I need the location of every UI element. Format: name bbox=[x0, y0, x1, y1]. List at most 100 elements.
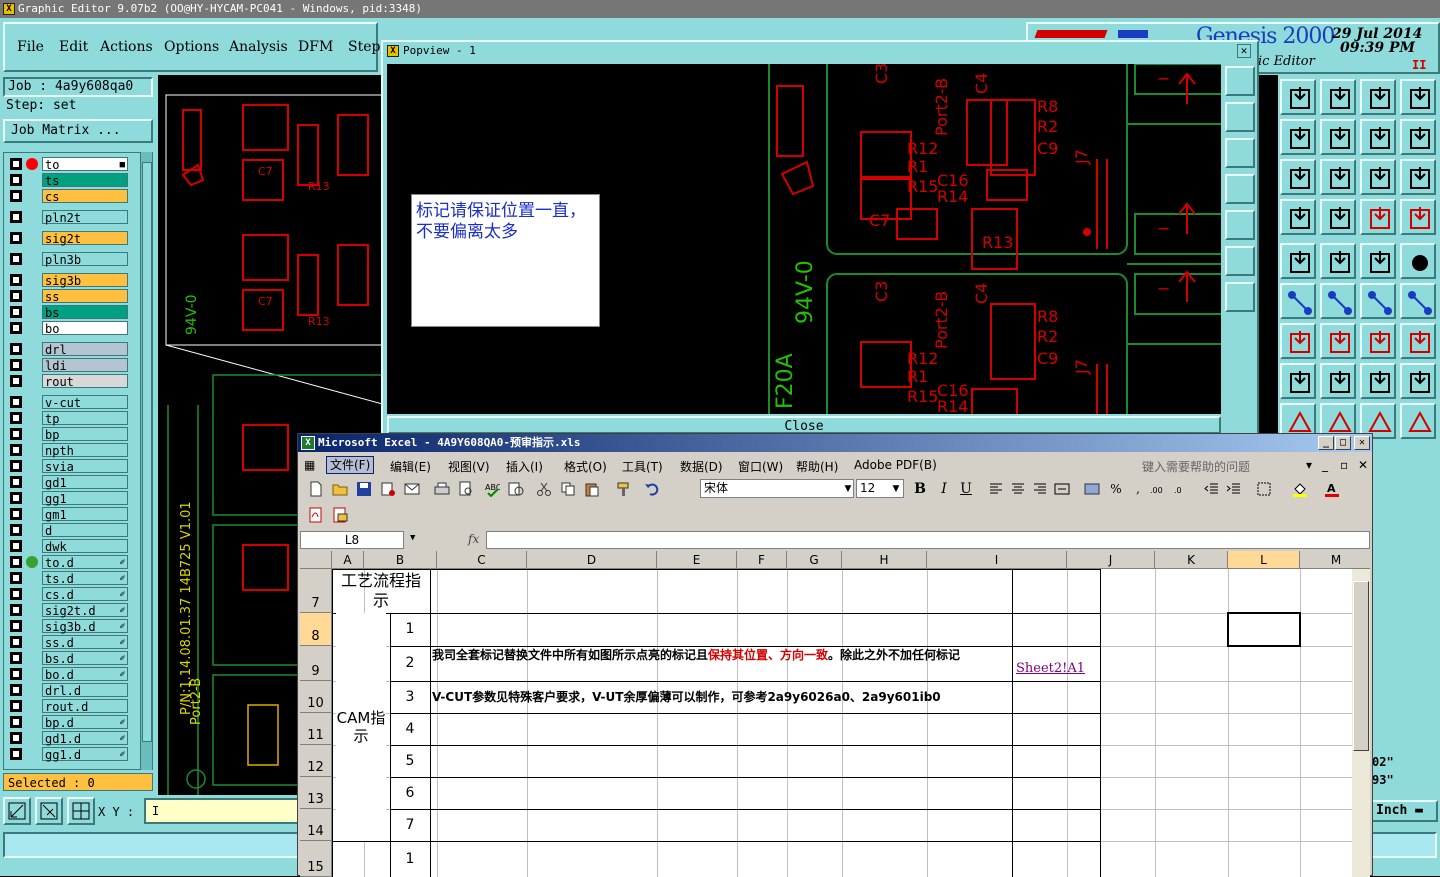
window-icon[interactable] bbox=[1400, 79, 1436, 115]
doc-minimize-icon[interactable]: _ bbox=[1322, 458, 1328, 472]
fit-center-icon[interactable] bbox=[1320, 159, 1356, 195]
menu-step[interactable]: Step bbox=[348, 39, 380, 55]
doc-close-icon[interactable]: ✕ bbox=[1358, 458, 1368, 472]
pv-pan-down-icon[interactable] bbox=[1225, 138, 1255, 168]
net-icon[interactable] bbox=[1360, 199, 1396, 235]
layer-row[interactable]: sig2t bbox=[8, 231, 128, 246]
layer-checkbox[interactable] bbox=[10, 444, 22, 456]
layer-row[interactable]: ldi bbox=[8, 358, 128, 373]
layer-name[interactable]: svia bbox=[42, 459, 128, 474]
arc-icon[interactable] bbox=[1360, 323, 1396, 359]
menu-edit-cn[interactable]: 编辑(E) bbox=[390, 458, 431, 475]
cell-c10[interactable]: V-CUT参数见特殊客户要求，V-UT余厚偏薄可以制作，可参考2a9y6026a… bbox=[432, 681, 1010, 713]
layer-row[interactable]: gg1 bbox=[8, 491, 128, 506]
layer-name[interactable]: ts.d ✐ bbox=[42, 571, 128, 586]
layer-checkbox[interactable] bbox=[10, 396, 22, 408]
layer-row[interactable]: d bbox=[8, 523, 128, 538]
unit-selector[interactable]: Inch ▬ bbox=[1370, 800, 1438, 822]
line-icon[interactable] bbox=[1320, 363, 1356, 399]
layer-row[interactable]: bs bbox=[8, 305, 128, 320]
decrease-indent-icon[interactable] bbox=[1204, 481, 1220, 497]
column-header[interactable]: A bbox=[332, 551, 364, 569]
cell-a7[interactable]: 工艺流程指示 bbox=[336, 571, 426, 613]
pv-pan-up-icon[interactable] bbox=[1225, 102, 1255, 132]
row-header[interactable]: 12 bbox=[300, 745, 332, 777]
move-left-icon[interactable] bbox=[1280, 119, 1316, 155]
net-alt-icon[interactable] bbox=[1400, 199, 1436, 235]
layer-checkbox[interactable] bbox=[10, 572, 22, 584]
currency-icon[interactable] bbox=[1084, 481, 1100, 497]
cell-b12[interactable]: 5 bbox=[391, 745, 429, 777]
layer-name[interactable]: to.d ✐ bbox=[42, 555, 128, 570]
layer-row[interactable]: sig3b bbox=[8, 273, 128, 288]
row-header[interactable]: 9 bbox=[300, 646, 332, 681]
bold-button[interactable]: B bbox=[910, 479, 930, 499]
layer-checkbox[interactable] bbox=[10, 211, 22, 223]
layer-checkbox[interactable] bbox=[10, 508, 22, 520]
layer-checkbox[interactable] bbox=[10, 359, 22, 371]
layer-checkbox[interactable] bbox=[10, 524, 22, 536]
layer-name[interactable]: drl.d bbox=[42, 683, 128, 698]
layer-row[interactable]: bp.d ✐ bbox=[8, 715, 128, 730]
layer-checkbox[interactable] bbox=[10, 588, 22, 600]
layer-name[interactable]: rout bbox=[42, 374, 128, 389]
zoom-fit-icon[interactable] bbox=[3, 797, 31, 825]
menu-edit[interactable]: Edit bbox=[59, 39, 88, 55]
xy-coordinate-input[interactable]: I bbox=[144, 798, 304, 824]
cut-icon[interactable] bbox=[536, 481, 552, 497]
layer-checkbox[interactable] bbox=[10, 556, 22, 568]
layer-row[interactable]: bs.d ✐ bbox=[8, 651, 128, 666]
layer-name[interactable]: gg1.d ✐ bbox=[42, 747, 128, 762]
column-header[interactable]: G bbox=[787, 551, 842, 569]
layer-name[interactable]: sig3b.d ✐ bbox=[42, 619, 128, 634]
menu-file-cn[interactable]: 文件(F) bbox=[326, 456, 375, 474]
popview-close-button[interactable]: Close bbox=[387, 416, 1221, 434]
column-header[interactable]: M bbox=[1300, 551, 1370, 569]
close-icon[interactable]: ✕ bbox=[1354, 436, 1370, 450]
menu-help-cn[interactable]: 帮助(H) bbox=[796, 458, 838, 475]
layer-checkbox[interactable] bbox=[10, 428, 22, 440]
permission-icon[interactable] bbox=[380, 481, 396, 497]
layer-name[interactable]: bp bbox=[42, 427, 128, 442]
menu-analysis[interactable]: Analysis bbox=[229, 39, 288, 55]
row-header[interactable]: 13 bbox=[300, 777, 332, 809]
layer-name[interactable]: bo bbox=[42, 321, 128, 336]
layer-row[interactable]: pln3b bbox=[8, 252, 128, 267]
layer-row[interactable]: ss bbox=[8, 289, 128, 304]
menu-options[interactable]: Options bbox=[164, 39, 219, 55]
layer-checkbox[interactable] bbox=[10, 684, 22, 696]
sheet-icon[interactable]: ▦ bbox=[304, 458, 315, 472]
measure-icon[interactable] bbox=[1280, 199, 1316, 235]
column-header[interactable]: K bbox=[1155, 551, 1228, 569]
layer-row[interactable]: rout.d bbox=[8, 699, 128, 714]
pv-zoom-in-icon[interactable] bbox=[1225, 282, 1255, 312]
align-icon[interactable] bbox=[1360, 363, 1396, 399]
increase-decimal-icon[interactable]: .00 bbox=[1150, 481, 1166, 497]
mirror-icon[interactable] bbox=[1400, 119, 1436, 155]
layer-name[interactable]: gd1 bbox=[42, 475, 128, 490]
undo-icon[interactable] bbox=[644, 481, 660, 497]
minimize-icon[interactable]: _ bbox=[1318, 436, 1334, 450]
layer-name[interactable]: cs.d ✐ bbox=[42, 587, 128, 602]
layer-row[interactable]: cs bbox=[8, 189, 128, 204]
cell-b13[interactable]: 6 bbox=[391, 777, 429, 809]
layer-checkbox[interactable] bbox=[10, 652, 22, 664]
print-icon[interactable] bbox=[434, 481, 450, 497]
column-header[interactable]: F bbox=[737, 551, 787, 569]
layer-name[interactable]: bs.d ✐ bbox=[42, 651, 128, 666]
pdf-email-icon[interactable] bbox=[332, 507, 348, 523]
pv-zoom-out-icon[interactable] bbox=[1225, 246, 1255, 276]
cell-b10[interactable]: 3 bbox=[391, 681, 429, 713]
layer-list-scrollbar[interactable] bbox=[140, 152, 152, 770]
layer-name[interactable]: ss bbox=[42, 289, 128, 304]
layer-checkbox[interactable] bbox=[10, 540, 22, 552]
layer-row[interactable]: bo bbox=[8, 321, 128, 336]
column-header[interactable]: E bbox=[657, 551, 737, 569]
layer-row[interactable]: gm1 bbox=[8, 507, 128, 522]
layer-checkbox[interactable] bbox=[10, 700, 22, 712]
arrow-node-alt-icon[interactable] bbox=[1400, 283, 1436, 319]
layer-row[interactable]: svia bbox=[8, 459, 128, 474]
increase-indent-icon[interactable] bbox=[1226, 481, 1242, 497]
layer-checkbox[interactable] bbox=[10, 492, 22, 504]
layer-name[interactable]: ldi bbox=[42, 358, 128, 373]
